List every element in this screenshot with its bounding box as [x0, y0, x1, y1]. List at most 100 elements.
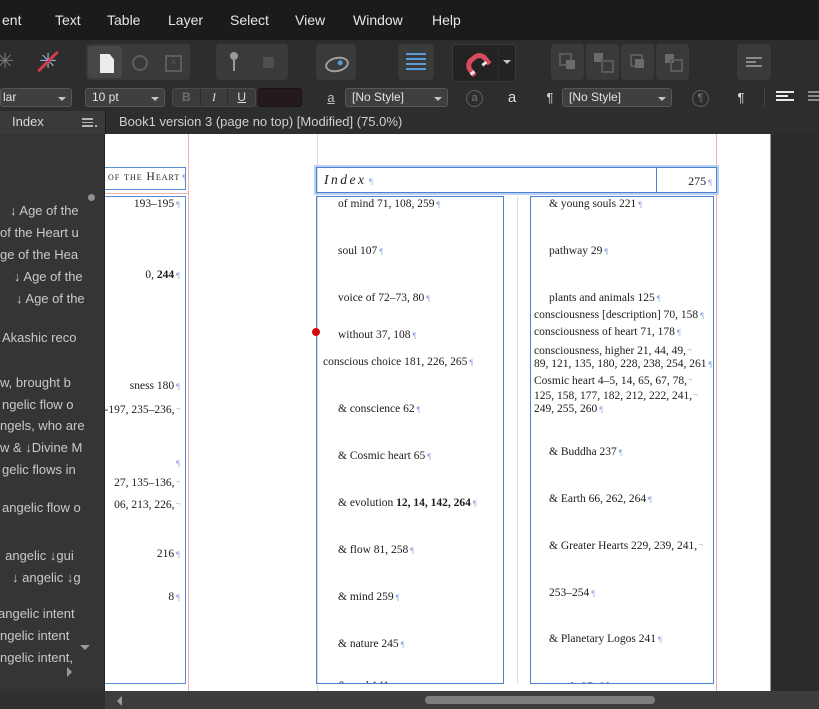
bold-button[interactable]: B	[173, 89, 201, 106]
arrange-icon-4[interactable]	[656, 44, 689, 80]
index-panel-entry[interactable]: ↓ Age of the	[14, 269, 83, 284]
index-panel-entry[interactable]: ngels, who are	[0, 418, 85, 433]
index-entry[interactable]: & soul 141	[338, 679, 389, 683]
square-icon[interactable]	[252, 44, 288, 80]
index-entry[interactable]: & evolution 12, 14, 142, 264 ¶	[338, 496, 477, 511]
index-panel-entry[interactable]: gelic flows in	[2, 462, 76, 477]
index-panel-entry[interactable]: angelic intent	[0, 606, 75, 621]
index-entry[interactable]: & flow 81, 258 ¶	[338, 543, 414, 558]
snapping-button[interactable]	[452, 44, 516, 82]
index-panel-entry[interactable]: ↓ Age of the	[10, 203, 79, 218]
a-plain-icon[interactable]: a	[502, 88, 522, 107]
page-icon[interactable]	[88, 46, 122, 78]
left-page-fragment[interactable]: ¶	[174, 456, 180, 471]
index-entry[interactable]: of mind 71, 108, 259 ¶	[338, 197, 440, 212]
left-header-frame[interactable]: of the Heart¶	[105, 167, 186, 190]
menu-item-view[interactable]: View	[295, 0, 325, 40]
circled-pilcrow-icon[interactable]: ¶	[692, 90, 709, 107]
index-entry[interactable]: & young souls 221 ¶	[549, 197, 642, 212]
left-page-fragment[interactable]: 216 ¶	[157, 547, 180, 562]
box-x-icon[interactable]: ×	[156, 44, 190, 80]
document-canvas[interactable]: of the Heart¶ 193–195¶ 0, 244¶ sness 180¶ -…	[105, 134, 819, 691]
index-entry[interactable]: voice of 72–73, 80 ¶	[338, 291, 430, 306]
index-panel-entry[interactable]: ngelic intent	[0, 628, 69, 643]
index-entry[interactable]: conscious choice 181, 226, 265 ¶	[323, 355, 473, 370]
text-color-well[interactable]	[258, 88, 302, 107]
underline-button[interactable]: U	[228, 89, 255, 106]
left-page-fragment[interactable]: 06, 213, 226,¬	[114, 496, 180, 513]
paragraph-lines-icon[interactable]	[398, 44, 434, 80]
left-page-fragment[interactable]: 27, 135–136,¬	[114, 474, 180, 491]
index-entry[interactable]: & nature 245 ¶	[338, 637, 405, 652]
index-entry[interactable]: angels 27, 66¶	[549, 680, 616, 683]
index-entry[interactable]: 253–254 ¶	[549, 586, 595, 601]
index-entry[interactable]: pathway 29 ¶	[549, 244, 608, 259]
index-entry[interactable]: & Cosmic heart 65 ¶	[338, 449, 431, 464]
index-panel-entry[interactable]: Akashic reco	[2, 330, 76, 345]
index-entry[interactable]: & Earth 66, 262, 264 ¶	[549, 492, 652, 507]
align-left-icon[interactable]	[776, 91, 794, 101]
index-entry[interactable]: consciousness [description] 70, 158 ¶	[534, 308, 704, 323]
snapping-dropdown-arrow[interactable]	[498, 45, 515, 81]
document-tab[interactable]: Book1 version 3 (page no top) [Modified]…	[105, 111, 819, 134]
paragraph-style-select[interactable]: [No Style]	[562, 88, 672, 107]
index-entry[interactable]: & Planetary Logos 241 ¶	[549, 632, 662, 647]
index-entry[interactable]: 249, 255, 260 ¶	[534, 402, 603, 417]
index-entry[interactable]: & Buddha 237 ¶	[549, 445, 623, 460]
horizontal-scrollbar-thumb[interactable]	[425, 696, 655, 704]
index-entry[interactable]: & Greater Hearts 229, 239, 241,¬	[549, 537, 703, 554]
index-panel-entry[interactable]: ngelic flow o	[2, 397, 74, 412]
index-panel-entry[interactable]: ↓ angelic ↓g	[12, 570, 81, 585]
circled-a-icon[interactable]: a	[466, 90, 483, 107]
font-size-select[interactable]: 10 pt	[85, 88, 165, 107]
index-panel-entry[interactable]: angelic flow o	[2, 500, 81, 515]
circle-icon[interactable]	[122, 44, 156, 80]
index-entry[interactable]: without 37, 108 ¶	[338, 328, 416, 343]
index-entry[interactable]: 89, 121, 135, 180, 228, 238, 254, 261 ¶	[534, 357, 712, 372]
index-panel-entry[interactable]: ge of the Hea	[0, 247, 78, 262]
index-panel-entry[interactable]: ngelic intent,	[0, 650, 73, 665]
asterisk-slash-icon[interactable]: ✳	[28, 44, 68, 80]
left-page-fragment[interactable]: -197, 235–236,¬	[105, 401, 180, 418]
eye-preview-icon[interactable]	[316, 44, 356, 80]
arrange-icon-3[interactable]	[621, 44, 654, 80]
index-panel-entry[interactable]: w, brought b	[0, 375, 71, 390]
pilcrow-icon-1[interactable]: ¶	[542, 88, 558, 107]
index-panel-entry[interactable]: ↓ Age of the	[16, 291, 85, 306]
arrange-icon-2[interactable]	[586, 44, 619, 80]
menu-item-window[interactable]: Window	[353, 0, 403, 40]
index-column-2-frame[interactable]: & young souls 221 ¶ pathway 29 ¶ plants and …	[530, 196, 714, 684]
panel-scrollbar-thumb[interactable]	[88, 194, 95, 201]
char-style-a-icon[interactable]: a	[323, 88, 339, 107]
index-panel-entry[interactable]: w & ↓Divine M	[0, 440, 82, 455]
font-style-select[interactable]: lar	[0, 88, 72, 107]
panel-menu-icon[interactable]	[82, 118, 97, 129]
align-center-icon[interactable]	[808, 91, 819, 101]
left-page-fragment[interactable]: 193–195 ¶	[134, 197, 180, 212]
menu-item-ent[interactable]: ent	[2, 0, 21, 40]
index-panel-entry[interactable]: of the Heart u	[0, 225, 79, 240]
index-entry[interactable]: consciousness of heart 71, 178 ¶	[534, 325, 681, 340]
italic-button[interactable]: I	[201, 89, 229, 106]
horizontal-scrollbar[interactable]	[105, 691, 819, 709]
index-header-frame[interactable]: Index ¶ 275 ¶	[316, 167, 717, 193]
index-column-1-frame[interactable]: of mind 71, 108, 259 ¶ soul 107 ¶ voice of 7…	[316, 196, 504, 684]
character-style-select[interactable]: [No Style]	[345, 88, 448, 107]
pilcrow-icon-2[interactable]: ¶	[731, 88, 751, 107]
index-entry[interactable]: soul 107 ¶	[338, 244, 383, 259]
menu-item-help[interactable]: Help	[432, 0, 461, 40]
menu-item-table[interactable]: Table	[107, 0, 140, 40]
index-panel-entry[interactable]: ↓ angelic ↓gui	[0, 548, 74, 563]
left-page-fragment[interactable]: 0, 244 ¶	[145, 268, 180, 283]
menu-item-layer[interactable]: Layer	[168, 0, 203, 40]
pin-icon[interactable]	[216, 44, 252, 80]
menu-item-select[interactable]: Select	[230, 0, 269, 40]
index-entry[interactable]: & conscience 62 ¶	[338, 402, 421, 417]
alignment-icon[interactable]	[737, 44, 771, 80]
left-body-frame[interactable]: 193–195 ¶ 0, 244 ¶ sness 180 ¶ -197, 235–236,¬…	[105, 196, 186, 684]
arrange-icon-1[interactable]	[551, 44, 584, 80]
left-page-fragment[interactable]: sness 180 ¶	[130, 379, 180, 394]
scrollbar-left-arrow-icon[interactable]	[112, 696, 122, 706]
index-entry[interactable]: plants and animals 125 ¶	[549, 291, 661, 306]
left-page-fragment[interactable]: 8 ¶	[168, 590, 180, 605]
